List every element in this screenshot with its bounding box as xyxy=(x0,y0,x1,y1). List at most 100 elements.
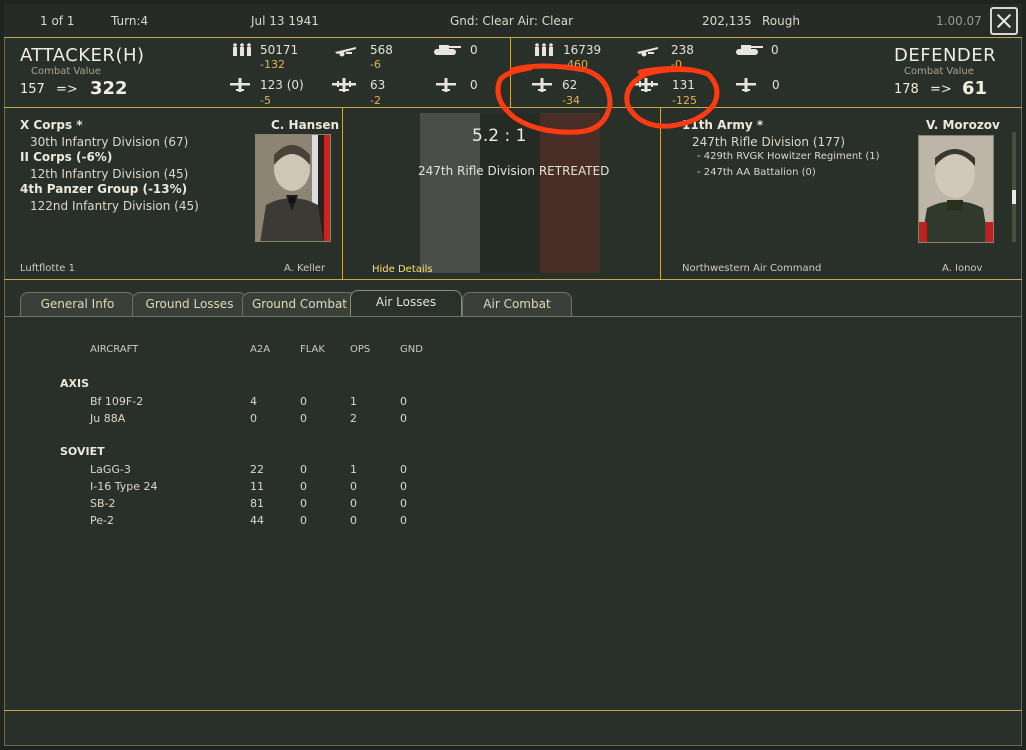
defender-commander-portrait[interactable] xyxy=(918,135,994,243)
aircraft-name: Pe-2 xyxy=(90,514,114,527)
tab-underline xyxy=(4,316,1022,317)
attacker-cv-to: 322 xyxy=(90,78,128,99)
artillery-icon xyxy=(636,43,660,57)
defender-commander[interactable]: V. Morozov xyxy=(926,118,1000,132)
tab-general-info[interactable]: General Info xyxy=(20,292,135,316)
terrain-label: Rough xyxy=(762,14,800,28)
defender-unit[interactable]: 247th Rifle Division (177) xyxy=(692,135,845,149)
attacker-commander-portrait[interactable] xyxy=(255,134,331,242)
attacker-hq[interactable]: X Corps * xyxy=(20,118,83,132)
defender-guns: 238 xyxy=(671,43,694,57)
group-soviet: SOVIET xyxy=(60,445,105,458)
attacker-unit[interactable]: II Corps (-6%) xyxy=(20,150,112,164)
attacker-unit[interactable]: 30th Infantry Division (67) xyxy=(30,135,188,149)
version-label: 1.00.07 xyxy=(936,14,982,28)
gnd-value: 0 xyxy=(400,395,407,408)
attacker-unit[interactable]: 12th Infantry Division (45) xyxy=(30,167,188,181)
ops-value: 0 xyxy=(350,514,357,527)
attacker-cv-label: Combat Value xyxy=(31,66,101,77)
gnd-value: 0 xyxy=(400,463,407,476)
header-ops: OPS xyxy=(350,344,371,355)
attacker-fighters: 123 (0) xyxy=(260,78,304,92)
header-aircraft: AIRCRAFT xyxy=(90,344,139,355)
defender-panel-scrollbar[interactable] xyxy=(1012,132,1016,242)
weather-label: Gnd: Clear Air: Clear xyxy=(450,14,574,28)
defender-cv-to: 61 xyxy=(962,78,988,99)
defender-recon: 0 xyxy=(772,78,780,92)
attacker-bombers-loss: -2 xyxy=(370,94,381,107)
gnd-value: 0 xyxy=(400,497,407,510)
aircraft-name: SB-2 xyxy=(90,497,116,510)
close-icon[interactable] xyxy=(990,7,1018,35)
defender-cv-from: 178 xyxy=(894,82,919,97)
attacker-guns-loss: -6 xyxy=(370,58,381,71)
defender-cv-label: Combat Value xyxy=(904,66,974,77)
panel-divider-right xyxy=(660,108,661,279)
header-a2a: A2A xyxy=(250,344,271,355)
gnd-value: 0 xyxy=(400,412,407,425)
ops-value: 2 xyxy=(350,412,357,425)
defender-afv: 0 xyxy=(771,43,779,57)
tank-icon xyxy=(432,42,462,56)
flak-value: 0 xyxy=(300,463,307,476)
attacker-unit[interactable]: 122nd Infantry Division (45) xyxy=(30,199,199,213)
tab-air-losses[interactable]: Air Losses xyxy=(350,290,462,317)
bomber-icon xyxy=(634,78,658,92)
defender-fighters-loss: -34 xyxy=(562,94,580,107)
defender-air-hq: Northwestern Air Command xyxy=(682,263,822,271)
attacker-men-loss: -132 xyxy=(260,58,285,71)
hide-details-button[interactable]: Hide Details xyxy=(372,264,433,275)
flak-value: 0 xyxy=(300,514,307,527)
tab-bar: General Info Ground Losses Ground Combat… xyxy=(4,290,1022,317)
page-indicator: 1 of 1 xyxy=(40,14,75,28)
attacker-recon: 0 xyxy=(470,78,478,92)
combat-summary: ATTACKER(H) Combat Value 157 => 322 5017… xyxy=(4,38,1022,108)
header-gnd: GND xyxy=(400,344,423,355)
gnd-value: 0 xyxy=(400,514,407,527)
attacker-cv-arrow: => xyxy=(56,82,78,97)
flak-value: 0 xyxy=(300,480,307,493)
defender-subunit[interactable]: - 429th RVGK Howitzer Regiment (1) xyxy=(697,151,880,162)
a2a-value: 4 xyxy=(250,395,257,408)
panel-divider-left xyxy=(342,108,343,279)
artillery-icon xyxy=(334,43,358,57)
defender-air-commander: A. Ionov xyxy=(942,263,983,271)
gnd-value: 0 xyxy=(400,480,407,493)
a2a-value: 0 xyxy=(250,412,257,425)
attacker-commander[interactable]: C. Hansen xyxy=(271,118,339,132)
infantry-icon xyxy=(532,43,556,57)
attacker-afv: 0 xyxy=(470,43,478,57)
scrollbar-thumb[interactable] xyxy=(1012,190,1016,204)
group-axis: AXIS xyxy=(60,377,90,390)
defender-subunit[interactable]: - 247th AA Battalion (0) xyxy=(697,167,816,178)
attacker-guns: 568 xyxy=(370,43,393,57)
aircraft-name: I-16 Type 24 xyxy=(90,480,158,493)
fighter-icon xyxy=(228,78,252,92)
attacker-air-commander: A. Keller xyxy=(284,263,326,271)
defender-bombers-loss: -125 xyxy=(672,94,697,107)
defender-hq[interactable]: 11th Army * xyxy=(682,118,763,132)
attacker-air-hq: Luftflotte 1 xyxy=(20,263,75,271)
tab-ground-combat[interactable]: Ground Combat xyxy=(242,292,357,316)
a2a-value: 22 xyxy=(250,463,264,476)
date-label: Jul 13 1941 xyxy=(251,14,319,28)
flak-value: 0 xyxy=(300,412,307,425)
ops-value: 1 xyxy=(350,463,357,476)
tab-ground-losses[interactable]: Ground Losses xyxy=(132,292,247,316)
defender-men-loss: -460 xyxy=(563,58,588,71)
defender-bombers: 131 xyxy=(672,78,695,92)
defender-men: 16739 xyxy=(563,43,602,57)
recon-plane-icon xyxy=(734,78,758,92)
defender-title: DEFENDER xyxy=(894,45,997,66)
attacker-cv-from: 157 xyxy=(20,82,45,97)
a2a-value: 44 xyxy=(250,514,264,527)
attacker-title: ATTACKER(H) xyxy=(20,45,145,66)
fighter-icon xyxy=(530,78,554,92)
tab-air-combat[interactable]: Air Combat xyxy=(462,292,572,316)
attacker-unit[interactable]: 4th Panzer Group (-13%) xyxy=(20,182,187,196)
turn-label: Turn:4 xyxy=(111,14,149,28)
top-bar: 1 of 1 Turn:4 Jul 13 1941 Gnd: Clear Air… xyxy=(4,4,1022,38)
a2a-value: 81 xyxy=(250,497,264,510)
flak-value: 0 xyxy=(300,497,307,510)
a2a-value: 11 xyxy=(250,480,264,493)
